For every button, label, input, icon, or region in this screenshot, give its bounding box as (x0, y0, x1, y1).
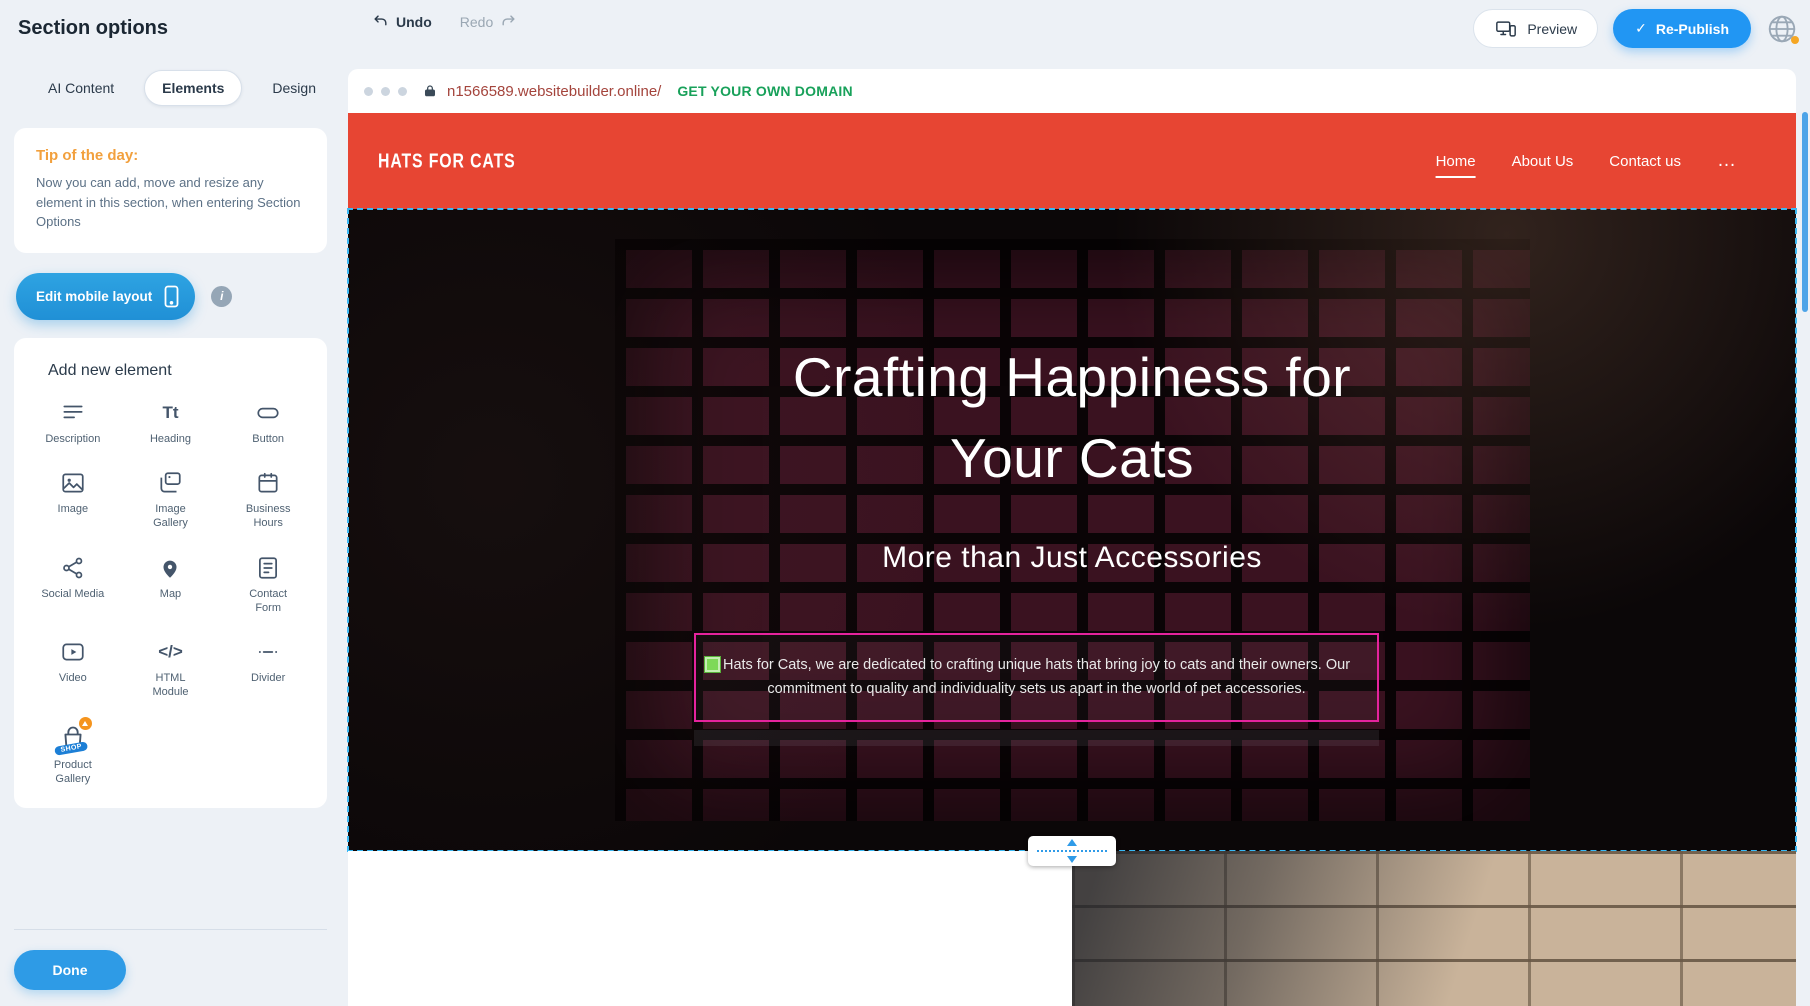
site-canvas: n1566589.websitebuilder.online/ GET YOUR… (348, 69, 1796, 1006)
hero-heading[interactable]: Crafting Happiness for Your Cats (793, 337, 1351, 499)
description-icon (60, 400, 86, 426)
element-map[interactable]: Map (125, 555, 215, 616)
window-dot (381, 87, 390, 96)
element-business-hours[interactable]: Business Hours (223, 470, 313, 531)
undo-button[interactable]: Undo (372, 13, 432, 30)
element-grid: Description Tt Heading Button Image Imag… (24, 400, 317, 787)
undo-label: Undo (396, 14, 432, 30)
topbar-actions: Preview ✓ Re-Publish (1473, 9, 1798, 48)
republish-button[interactable]: ✓ Re-Publish (1613, 9, 1751, 48)
site-header[interactable]: HATS FOR CATS Home About Us Contact us … (348, 113, 1796, 209)
nav-more-icon[interactable]: … (1717, 150, 1738, 172)
hero-subheading[interactable]: More than Just Accessories (348, 541, 1796, 575)
phone-icon (164, 285, 179, 308)
drag-handle[interactable] (704, 656, 721, 673)
nav-about[interactable]: About Us (1512, 153, 1574, 170)
element-divider[interactable]: Divider (223, 639, 313, 700)
window-dot (364, 87, 373, 96)
window-dots (364, 87, 407, 96)
element-product-gallery[interactable]: SHOP Product Gallery (28, 724, 118, 787)
edit-mobile-label: Edit mobile layout (36, 289, 152, 304)
history-controls: Undo Redo (372, 13, 517, 30)
contact-form-icon (255, 555, 281, 581)
heading-icon: Tt (162, 400, 178, 426)
element-image[interactable]: Image (28, 470, 118, 531)
page-background (348, 851, 1072, 1006)
topbar: Section options Undo Redo Preview ✓ Re-P… (0, 0, 1810, 58)
map-pin-icon (157, 555, 183, 581)
image-icon (60, 470, 86, 496)
sidebar-divider (14, 929, 327, 930)
hero-section-selected[interactable]: Crafting Happiness for Your Cats More th… (348, 209, 1796, 851)
notification-dot (1791, 36, 1799, 44)
tab-design[interactable]: Design (254, 70, 334, 106)
code-icon: </> (158, 639, 183, 665)
edit-mobile-row: Edit mobile layout i (16, 273, 348, 320)
section-resize-handle[interactable] (1028, 836, 1116, 866)
page-title: Section options (18, 17, 168, 40)
share-icon (60, 555, 86, 581)
window-dot (398, 87, 407, 96)
site-logo[interactable]: HATS FOR CATS (378, 149, 516, 173)
product-gallery-icon: SHOP (58, 724, 88, 752)
next-section-preview (348, 851, 1796, 1006)
image-gallery-icon (157, 470, 183, 496)
video-icon (60, 639, 86, 665)
preview-button[interactable]: Preview (1473, 9, 1598, 48)
element-social-media[interactable]: Social Media (28, 555, 118, 616)
floor-image (1072, 851, 1796, 1006)
browser-bar: n1566589.websitebuilder.online/ GET YOUR… (348, 69, 1796, 113)
resize-arrow-down-icon (1067, 856, 1077, 863)
canvas-scrollbar[interactable] (1802, 112, 1808, 312)
element-html-module[interactable]: </> HTML Module (125, 639, 215, 700)
get-domain-link[interactable]: GET YOUR OWN DOMAIN (677, 83, 852, 99)
tip-body: Now you can add, move and resize any ele… (36, 173, 305, 232)
tab-ai-content[interactable]: AI Content (30, 70, 132, 106)
redo-button[interactable]: Redo (460, 13, 517, 30)
done-button[interactable]: Done (14, 950, 126, 990)
redo-icon (500, 13, 517, 30)
site-url[interactable]: n1566589.websitebuilder.online/ (447, 83, 661, 100)
selected-text-element[interactable]: Hats for Cats, we are dedicated to craft… (694, 633, 1379, 722)
resize-arrow-up-icon (1067, 839, 1077, 846)
redo-label: Redo (460, 14, 493, 30)
add-element-panel: Add new element Description Tt Heading B… (14, 338, 327, 809)
sidebar-tabs: AI Content Elements Design (30, 70, 348, 106)
language-globe-button[interactable] (1766, 13, 1798, 45)
lock-icon (423, 83, 437, 99)
site-nav: Home About Us Contact us … (1436, 150, 1738, 172)
hero-heading-line2: Your Cats (793, 418, 1351, 499)
element-description[interactable]: Description (28, 400, 118, 447)
resize-dotted-line (1037, 850, 1107, 852)
element-button[interactable]: Button (223, 400, 313, 447)
element-video[interactable]: Video (28, 639, 118, 700)
element-heading[interactable]: Tt Heading (125, 400, 215, 447)
hero-heading-line1: Crafting Happiness for (793, 337, 1351, 418)
tip-of-the-day-card: Tip of the day: Now you can add, move an… (14, 128, 327, 253)
sidebar-spacer (0, 808, 348, 929)
tip-title: Tip of the day: (36, 147, 305, 164)
republish-label: Re-Publish (1656, 21, 1729, 37)
upgrade-badge-icon (79, 717, 92, 730)
sidebar: AI Content Elements Design Tip of the da… (0, 58, 348, 1006)
check-icon: ✓ (1635, 20, 1647, 37)
element-contact-form[interactable]: Contact Form (223, 555, 313, 616)
calendar-icon (255, 470, 281, 496)
text-element-shadow (694, 730, 1379, 746)
edit-mobile-layout-button[interactable]: Edit mobile layout (16, 273, 195, 320)
nav-contact[interactable]: Contact us (1609, 153, 1681, 170)
undo-icon (372, 13, 389, 30)
nav-home[interactable]: Home (1436, 153, 1476, 170)
preview-devices-icon (1494, 18, 1518, 40)
tab-elements[interactable]: Elements (144, 70, 242, 106)
button-icon (255, 400, 281, 426)
preview-label: Preview (1527, 21, 1577, 37)
divider-icon (255, 639, 281, 665)
element-image-gallery[interactable]: Image Gallery (125, 470, 215, 531)
info-icon[interactable]: i (211, 286, 232, 307)
hero-paragraph[interactable]: Hats for Cats, we are dedicated to craft… (708, 654, 1365, 701)
add-element-title: Add new element (48, 362, 317, 380)
